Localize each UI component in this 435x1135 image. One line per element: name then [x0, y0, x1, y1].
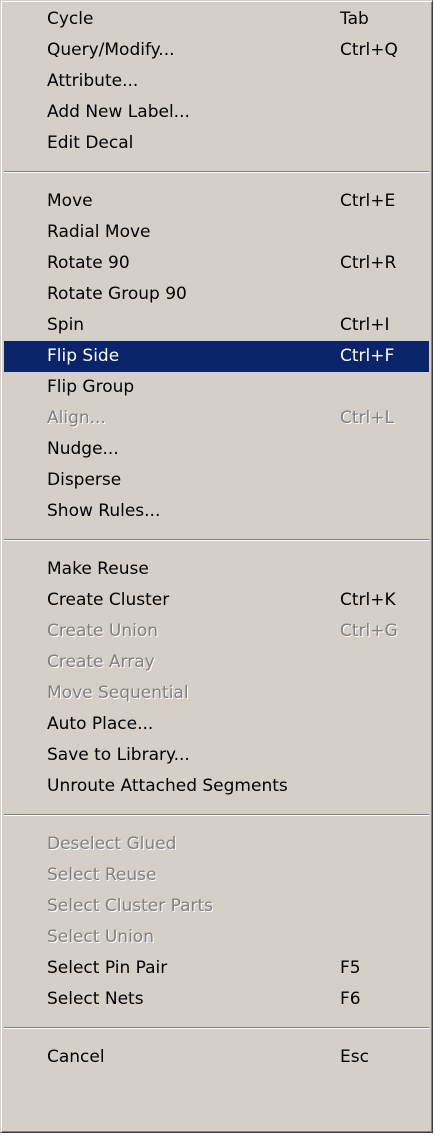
- menu-item-label: Add New Label...: [47, 102, 190, 122]
- menu-item-create-array: Create Array: [4, 647, 429, 678]
- menu-item-label: Deselect Glued: [47, 834, 177, 854]
- menu-item-label: Cycle: [47, 9, 94, 29]
- menu-item-show-rules[interactable]: Show Rules...: [4, 496, 429, 527]
- menu-item-cycle[interactable]: Cycle Tab: [4, 4, 429, 35]
- menu-item-label: Show Rules...: [47, 501, 161, 521]
- menu-item-select-pin-pair[interactable]: Select Pin Pair F5: [4, 953, 429, 984]
- menu-item-label: Unroute Attached Segments: [47, 776, 288, 796]
- menu-item-create-union: Create Union Ctrl+G: [4, 616, 429, 647]
- menu-item-deselect-glued: Deselect Glued: [4, 829, 429, 860]
- menu-item-label: Create Array: [47, 652, 155, 672]
- menu-item-nudge[interactable]: Nudge...: [4, 434, 429, 465]
- menu-item-select-reuse: Select Reuse: [4, 860, 429, 891]
- menu-item-select-nets[interactable]: Select Nets F6: [4, 984, 429, 1015]
- menu-item-radial-move[interactable]: Radial Move: [4, 217, 429, 248]
- menu-item-label: Move: [47, 191, 93, 211]
- menu-item-label: Align...: [47, 408, 106, 428]
- menu-item-shortcut: Ctrl+G: [340, 621, 398, 641]
- menu-item-move-sequential: Move Sequential: [4, 678, 429, 709]
- menu-item-query-modify[interactable]: Query/Modify... Ctrl+Q: [4, 35, 429, 66]
- menu-item-shortcut: Esc: [340, 1047, 369, 1067]
- menu-item-label: Select Union: [47, 927, 154, 947]
- menu-item-label: Query/Modify...: [47, 40, 175, 60]
- menu-item-shortcut: F6: [340, 989, 361, 1009]
- menu-item-shortcut: F5: [340, 958, 361, 978]
- menu-item-label: Cancel: [47, 1047, 105, 1067]
- menu-item-label: Select Pin Pair: [47, 958, 168, 978]
- menu-item-label: Radial Move: [47, 222, 151, 242]
- menu-item-label: Flip Group: [47, 377, 135, 397]
- menu-item-shortcut: Ctrl+I: [340, 315, 390, 335]
- menu-item-flip-group[interactable]: Flip Group: [4, 372, 429, 403]
- menu-item-shortcut: Ctrl+L: [340, 408, 394, 428]
- menu-item-save-to-library[interactable]: Save to Library...: [4, 740, 429, 771]
- menu-item-label: Attribute...: [47, 71, 139, 91]
- menu-separator: [4, 814, 429, 816]
- menu-item-select-cluster-parts: Select Cluster Parts: [4, 891, 429, 922]
- menu-item-shortcut: Ctrl+K: [340, 590, 396, 610]
- menu-item-shortcut: Ctrl+R: [340, 253, 397, 273]
- menu-item-label: Auto Place...: [47, 714, 154, 734]
- menu-item-auto-place[interactable]: Auto Place...: [4, 709, 429, 740]
- menu-item-label: Move Sequential: [47, 683, 189, 703]
- menu-item-edit-decal[interactable]: Edit Decal: [4, 128, 429, 159]
- menu-item-rotate-group-90[interactable]: Rotate Group 90: [4, 279, 429, 310]
- menu-item-label: Disperse: [47, 470, 122, 490]
- menu-item-move[interactable]: Move Ctrl+E: [4, 186, 429, 217]
- menu-separator: [4, 171, 429, 173]
- menu-item-label: Edit Decal: [47, 133, 134, 153]
- menu-item-rotate-90[interactable]: Rotate 90 Ctrl+R: [4, 248, 429, 279]
- menu-item-shortcut: Ctrl+E: [340, 191, 396, 211]
- menu-item-unroute-attached-segments[interactable]: Unroute Attached Segments: [4, 771, 429, 802]
- menu-item-shortcut: Tab: [340, 9, 369, 29]
- menu-item-label: Select Reuse: [47, 865, 157, 885]
- menu-item-align: Align... Ctrl+L: [4, 403, 429, 434]
- menu-separator: [4, 539, 429, 541]
- menu-item-shortcut: Ctrl+F: [340, 346, 395, 366]
- menu-item-label: Nudge...: [47, 439, 119, 459]
- menu-item-select-union: Select Union: [4, 922, 429, 953]
- menu-item-spin[interactable]: Spin Ctrl+I: [4, 310, 429, 341]
- menu-item-label: Select Nets: [47, 989, 144, 1009]
- context-menu: Cycle Tab Query/Modify... Ctrl+Q Attribute..…: [0, 0, 433, 1133]
- menu-item-label: Rotate Group 90: [47, 284, 187, 304]
- menu-item-label: Make Reuse: [47, 559, 149, 579]
- menu-item-label: Rotate 90: [47, 253, 130, 273]
- menu-item-disperse[interactable]: Disperse: [4, 465, 429, 496]
- menu-item-cancel[interactable]: Cancel Esc: [4, 1042, 429, 1073]
- menu-item-make-reuse[interactable]: Make Reuse: [4, 554, 429, 585]
- menu-item-label: Create Union: [47, 621, 159, 641]
- menu-item-shortcut: Ctrl+Q: [340, 40, 398, 60]
- menu-item-add-new-label[interactable]: Add New Label...: [4, 97, 429, 128]
- menu-item-attribute[interactable]: Attribute...: [4, 66, 429, 97]
- menu-item-create-cluster[interactable]: Create Cluster Ctrl+K: [4, 585, 429, 616]
- menu-item-label: Select Cluster Parts: [47, 896, 214, 916]
- menu-item-label: Spin: [47, 315, 85, 335]
- menu-item-flip-side[interactable]: Flip Side Ctrl+F: [4, 341, 429, 372]
- menu-item-label: Create Cluster: [47, 590, 170, 610]
- menu-separator: [4, 1027, 429, 1029]
- menu-item-label: Flip Side: [47, 346, 120, 366]
- menu-item-label: Save to Library...: [47, 745, 190, 765]
